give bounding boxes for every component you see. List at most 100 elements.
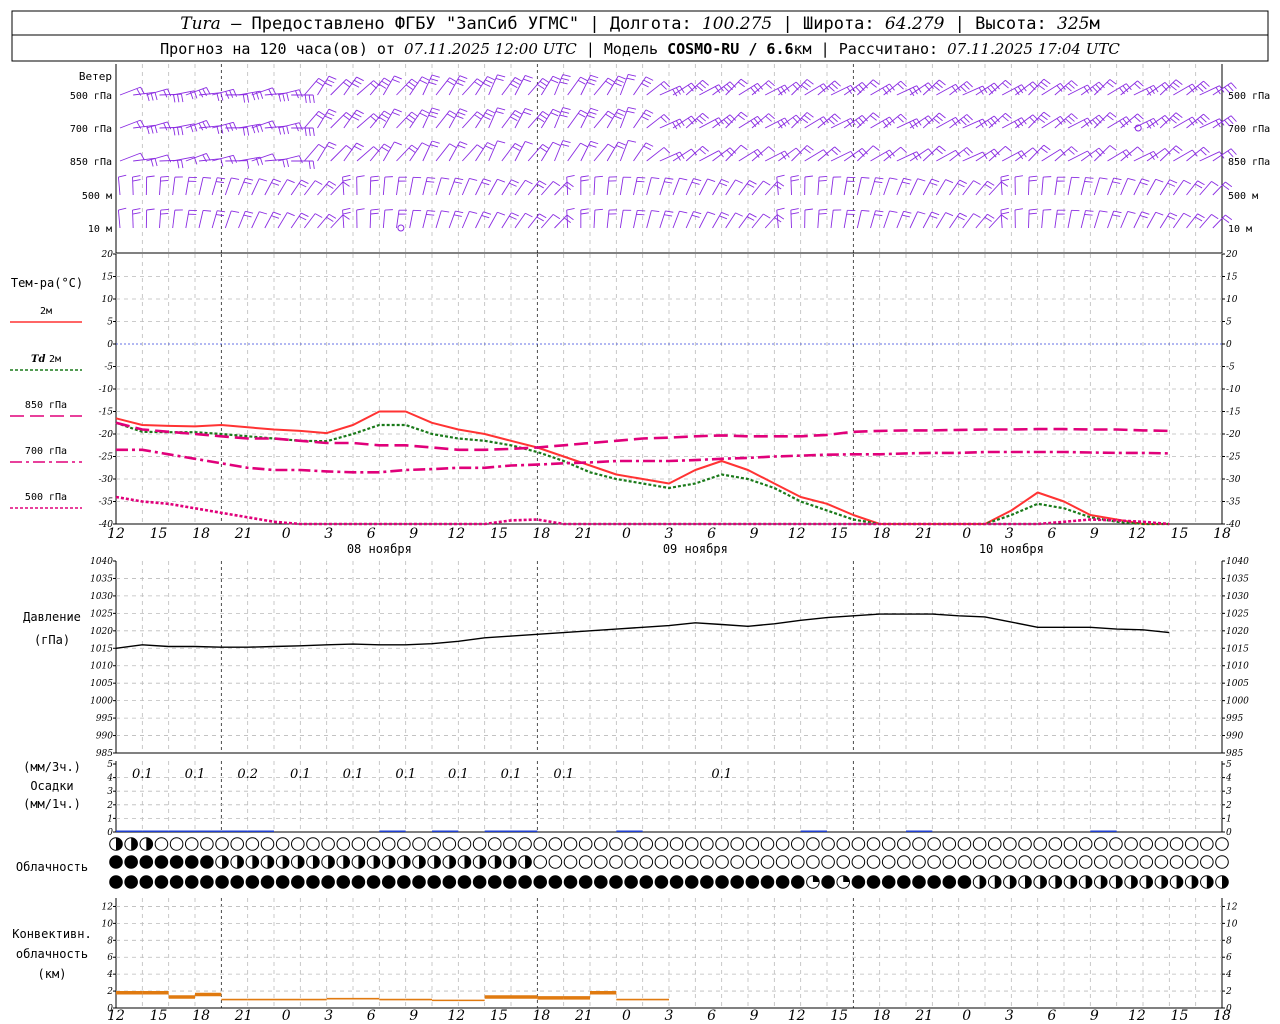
wind-barb-feather [132,175,141,178]
wind-barb [646,147,665,162]
wind-barb [448,210,456,229]
wind-barb [1080,210,1086,229]
longitude: 100.275 [702,14,772,34]
hour-label: 12 [447,1008,465,1024]
wind-barb-feather [1230,82,1237,89]
cloud-circle [806,855,820,869]
cloud-half [237,855,244,869]
wind-barb-feather [963,83,970,90]
wind-barb-feather [287,212,295,217]
hour-label: 3 [1005,1008,1014,1024]
wind-barb-feather [858,117,865,124]
wind-barb-feather [966,81,973,88]
hour-label: 18 [192,526,210,542]
legend-label-t700: 700 гПа [25,446,67,457]
wind-barb [1159,212,1171,229]
wind-barb-feather [834,80,841,87]
wind-barb [330,145,347,162]
date-label: 10 ноября [979,542,1044,556]
cloud-half [449,855,456,869]
wind-barb-feather [566,175,575,178]
wind-barb [909,211,919,229]
wind-barb-feather [874,214,883,217]
wind-barb [856,210,862,229]
cloud-circle [321,837,335,851]
cloud-circle [654,855,669,869]
temperature-panel: Тем-ра(°С) 2мTd 2м850 гПа700 гПа500 гПа … [10,250,1241,556]
wind-barb-feather [495,111,504,115]
wind-barb-feather [354,145,362,151]
tick-label-right: 5 [1226,760,1232,770]
wind-barb-feather [328,141,337,146]
tick-label-right: -30 [1226,475,1241,485]
wind-barb-feather [1169,179,1178,184]
cloud-circle [245,837,260,851]
wind-barb-feather [1037,84,1045,90]
hour-label: 15 [490,526,508,542]
wind-barb-feather [1183,212,1192,218]
wind-barb [488,179,498,196]
calm-wind-marker [397,224,405,232]
wind-barb-feather [1099,210,1108,213]
wind-barb-feather [441,177,450,180]
wind-barb-feather [663,147,671,154]
wind-barb-feather [1225,181,1233,188]
wind-barb [751,113,769,129]
hour-label: 18 [873,526,891,542]
wind-barb [1067,84,1088,96]
wind-barb-feather [146,175,155,178]
wind-barb-feather [342,174,351,178]
wind-title: Ветер [79,70,112,83]
hour-label: 0 [962,526,971,542]
wind-barb-feather [618,108,626,113]
cloud-half [297,855,305,869]
wind-barb [685,79,703,96]
cloud-half [1100,875,1108,889]
wind-barb-feather [243,181,252,185]
wind-barb-feather [1172,82,1180,88]
wind-barb-feather [963,116,970,123]
wind-barb-feather [1119,120,1125,128]
hour-label: 9 [750,1008,759,1024]
wind-barb-feather [803,81,811,88]
cloud-circle [942,875,957,889]
wind-barb-feather [481,214,490,219]
wind-barb-feather [1109,145,1117,151]
wind-barb [185,210,190,229]
wind-barb [712,179,722,196]
cloud-half [979,875,986,889]
wind-barb-feather [427,177,436,179]
wind-barb-feather [343,114,351,121]
wind-barb-feather [1225,214,1233,221]
legend-label-t500: 500 гПа [25,492,67,503]
wind-barb-feather [318,77,326,84]
wind-barb-feather [1141,178,1150,182]
wind-barb-feather [562,140,571,143]
wind-barb [1093,177,1101,196]
wind-barb-feather [286,92,290,101]
tick-label-left: 5 [107,760,113,770]
cloud-circle [715,875,729,889]
wind-barb-feather [497,178,506,183]
cloud-circle [881,875,896,889]
wind-barb-feather [801,117,809,124]
wind-barb-feather [831,116,838,123]
cloud-circle [1169,837,1184,851]
cloud-circle [230,875,245,889]
wind-barb-feather [561,110,570,114]
cloud-circle [745,855,760,869]
convective-grid [115,898,1223,1009]
cloud-circle [821,837,835,851]
wind-barb-feather [154,125,158,134]
wind-barb [1120,211,1129,229]
wind-barb-feather [1001,214,1009,220]
cloud-circle [639,875,654,889]
tick-label-left: 0 [107,828,113,838]
wind-barb-feather [607,110,616,116]
wind-barb-feather [198,122,204,131]
wind-barb-feather [301,179,309,184]
hour-label: 18 [532,526,550,542]
cloud-half [373,855,380,869]
cloud-circle [866,855,881,869]
header-title: Tura – Предоставлено ФГБУ "ЗапСиб УГМС" … [180,14,1099,34]
